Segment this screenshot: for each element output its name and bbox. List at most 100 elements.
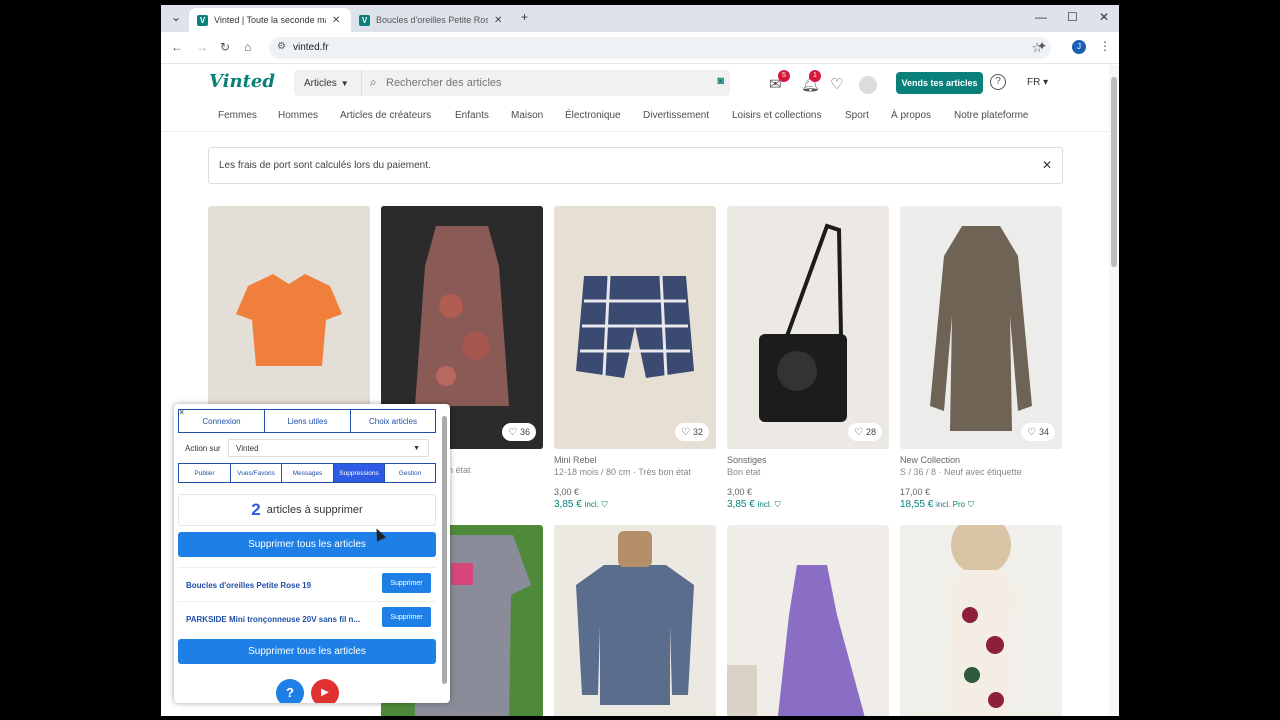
tab-liens-utiles[interactable]: Liens utiles [264,409,351,433]
product-card[interactable] [554,525,716,716]
profile-avatar[interactable]: J [1072,40,1086,54]
nav-sport[interactable]: Sport [845,110,869,121]
tab-choix-articles[interactable]: Choix articles [350,409,436,433]
product-image[interactable] [900,525,1062,716]
subtab-publier[interactable]: Publier [178,463,231,483]
close-banner-icon[interactable]: ✕ [1042,158,1052,172]
tab-strip: ⌄ V Vinted | Toute la seconde main ✕ V B… [161,5,1119,32]
minimize-icon[interactable]: — [1035,10,1047,24]
browser-menu-icon[interactable]: ⋮ [1099,39,1111,53]
browser-toolbar: ← → ↻ ⌂ ⚙ vinted.fr ☆ ✦ J ⋮ [161,32,1119,64]
product-price: 3,00 € [554,487,580,497]
new-tab-button[interactable]: + [521,10,528,24]
sell-button[interactable]: Vends tes articles [896,72,983,94]
page-scrollbar[interactable] [1109,65,1119,716]
nav-enfants[interactable]: Enfants [455,110,489,121]
shield-icon: ⛉ [774,500,781,509]
address-bar[interactable]: ⚙ vinted.fr ☆ [269,37,1051,59]
subtab-messages[interactable]: Messages [281,463,334,483]
black-bag-image [727,206,889,449]
likes-button[interactable]: ♡ 32 [675,423,709,441]
product-image[interactable]: ♡ 32 [554,206,716,449]
nav-createurs[interactable]: Articles de créateurs [340,110,431,121]
notifications-badge: 1 [809,70,821,82]
banner-text: Les frais de port sont calculés lors du … [219,160,431,171]
tab-product[interactable]: V Boucles d'oreilles Petite Rose 19 ✕ [351,8,513,32]
incl-label: incl. [757,500,772,509]
subtab-gestion[interactable]: Gestion [384,463,436,483]
extensions-icon[interactable]: ✦ [1037,39,1047,53]
nav-electronique[interactable]: Électronique [565,110,621,121]
delete-all-button[interactable]: Supprimer tous les articles [178,532,436,557]
product-image[interactable] [554,525,716,716]
favorites-heart-icon[interactable]: ♡ [830,75,843,93]
action-value: Vinted [236,443,259,453]
nav-maison[interactable]: Maison [511,110,543,121]
scrollbar-thumb[interactable] [1111,77,1117,267]
product-card[interactable] [727,525,889,716]
panel-scrollbar[interactable] [442,416,447,684]
subtab-vues-favoris[interactable]: Vues/Favoris [230,463,282,483]
vinted-logo[interactable]: Vinted [209,71,275,92]
close-tab-icon[interactable]: ✕ [332,15,340,26]
product-card[interactable]: ♡ 34 New Collection S / 36 / 8 · Neuf ave… [900,206,1062,510]
search-icon: ⌕ [370,75,377,89]
reload-icon[interactable]: ↻ [220,40,230,54]
action-label: Action sur [185,444,221,453]
dropdown-arrow-icon: ▼ [413,444,420,452]
vinted-favicon-icon: V [359,14,370,26]
search-input[interactable] [386,75,686,91]
help-icon[interactable]: ? [990,74,1006,90]
heart-icon: ♡ [1027,426,1036,438]
likes-button[interactable]: ♡ 34 [1021,423,1055,441]
delete-item-button[interactable]: Supprimer [382,573,431,593]
product-image[interactable] [727,525,889,716]
product-price: 17,00 € [900,487,931,497]
incl-label: incl. [584,500,599,509]
nav-femmes[interactable]: Femmes [218,110,257,121]
youtube-icon[interactable]: ▶ [311,679,339,703]
search-category-select[interactable]: Articles ▼ [294,70,362,96]
chevron-down-icon: ▼ [340,78,349,88]
product-price: 3,00 € [727,487,753,497]
product-image[interactable]: ♡ 34 [900,206,1062,449]
nav-loisirs[interactable]: Loisirs et collections [732,110,821,121]
help-info-icon[interactable]: ? [276,679,304,703]
close-tab-icon[interactable]: ✕ [494,15,502,26]
delete-item-button[interactable]: Supprimer [382,607,431,627]
nav-hommes[interactable]: Hommes [278,110,318,121]
heart-icon: ♡ [681,426,690,438]
nav-a-propos[interactable]: À propos [891,110,931,121]
site-info-icon[interactable]: ⚙ [277,41,286,52]
shipping-banner: Les frais de port sont calculés lors du … [208,147,1063,184]
user-avatar[interactable] [859,76,877,94]
camera-icon[interactable]: ◙ [717,75,724,87]
delete-all-bottom-button[interactable]: Supprimer tous les articles [178,639,436,664]
product-condition: Bon état [727,467,761,477]
product-card[interactable]: ♡ 28 Sonstiges Bon état 3,00 € 3,85 € inc… [727,206,889,510]
tab-title: Boucles d'oreilles Petite Rose 19 [376,15,488,25]
product-card[interactable] [900,525,1062,716]
product-image[interactable]: ♡ 28 [727,206,889,449]
product-card[interactable]: ♡ 32 Mini Rebel 12-18 mois / 80 cm · Très… [554,206,716,510]
likes-button[interactable]: ♡ 36 [502,423,536,441]
home-icon[interactable]: ⌂ [244,40,251,54]
forward-icon[interactable]: → [196,40,208,54]
heart-icon: ♡ [508,426,517,438]
tab-vinted-home[interactable]: V Vinted | Toute la seconde main ✕ [189,8,351,32]
price-incl-value: 3,85 € [554,499,582,510]
language-select[interactable]: FR ▾ [1027,77,1048,88]
tab-search-icon[interactable]: ⌄ [171,10,181,24]
tab-connexion[interactable]: Connexion [178,409,265,433]
nav-divertissement[interactable]: Divertissement [643,110,709,121]
product-price-incl: 3,85 € incl. ⛉ [727,499,889,510]
action-select[interactable]: Vinted ▼ [228,439,429,457]
subtab-suppressions[interactable]: Suppressions [333,463,385,483]
back-icon[interactable]: ← [171,40,183,54]
search-bar: Articles ▼ ⌕ ◙ [294,70,730,96]
likes-button[interactable]: ♡ 28 [848,423,882,441]
nav-plateforme[interactable]: Notre plateforme [954,110,1028,121]
maximize-icon[interactable]: ☐ [1067,10,1078,24]
close-window-icon[interactable]: ✕ [1099,10,1109,24]
messages-badge: 5 [778,70,790,82]
